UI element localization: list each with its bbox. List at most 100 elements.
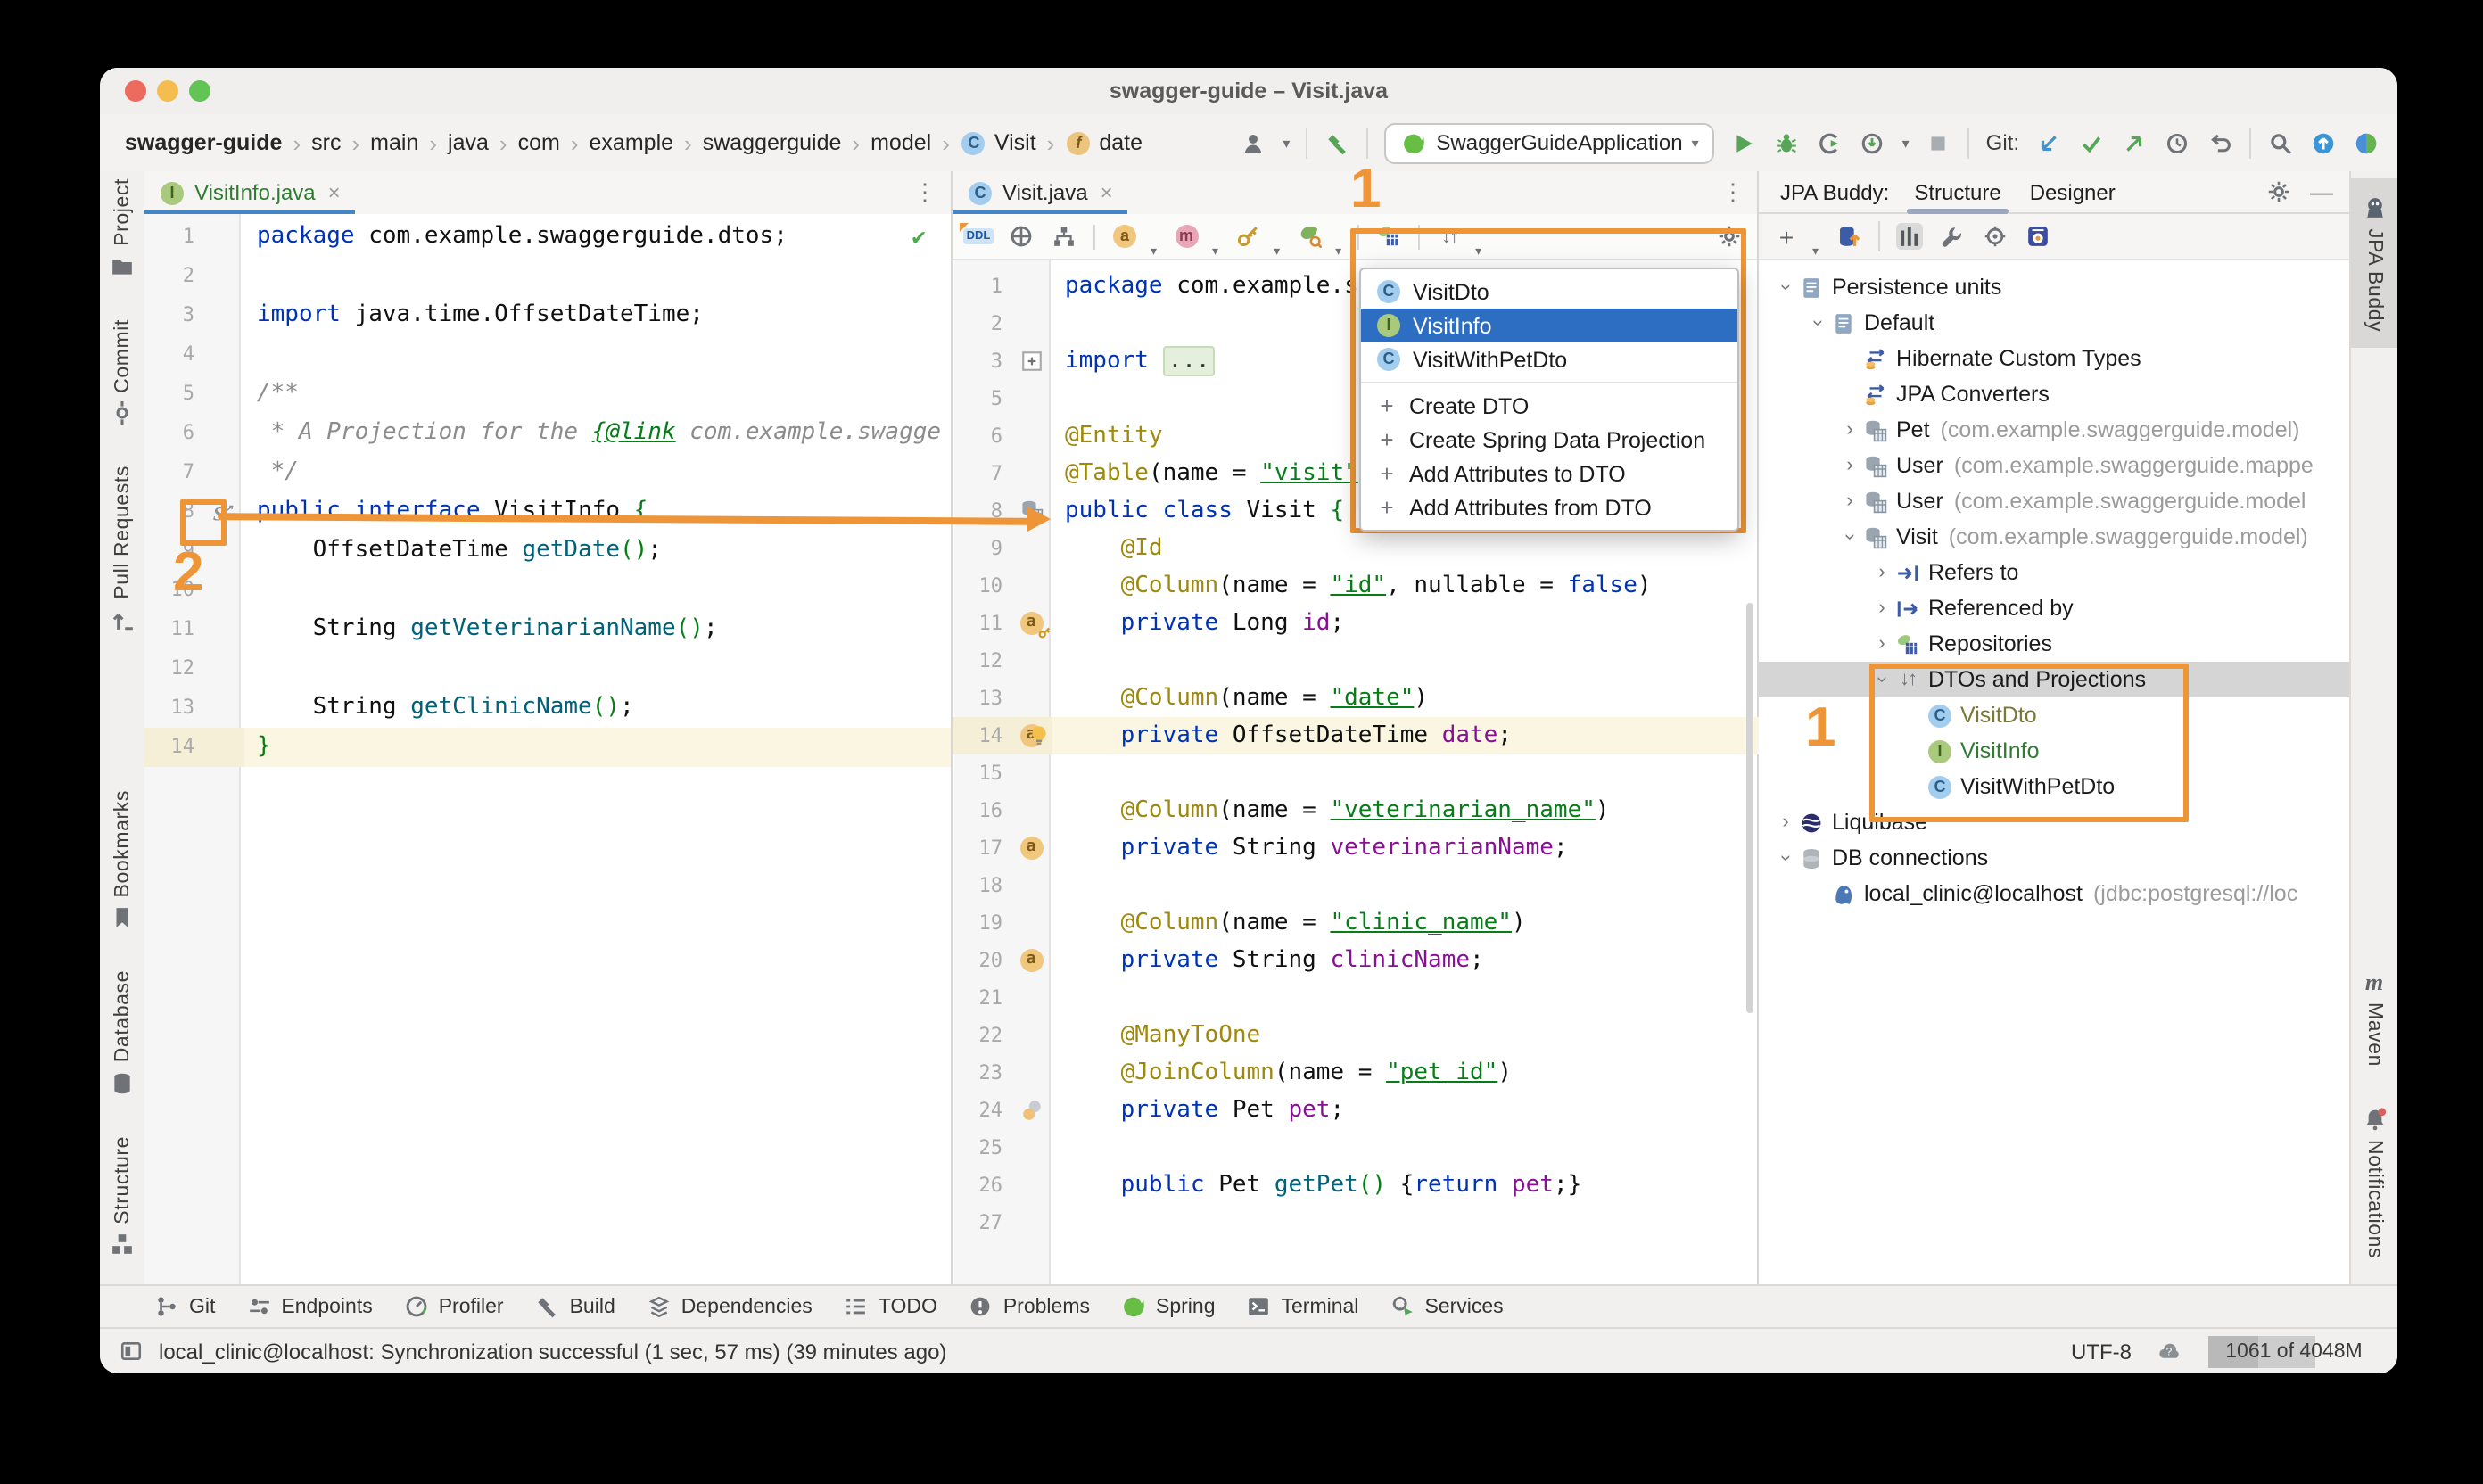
id-key-icon[interactable] bbox=[1234, 223, 1261, 250]
close-tab-icon[interactable]: × bbox=[1101, 180, 1113, 205]
breadcrumb-item-swaggerguide[interactable]: swaggerguide bbox=[703, 130, 842, 155]
panel-tab-structure[interactable]: Structure bbox=[1907, 170, 2009, 213]
run-with-coverage-button[interactable] bbox=[1860, 129, 1886, 156]
panel-tab-designer[interactable]: Designer bbox=[2030, 170, 2116, 213]
code-line-17[interactable]: 17 a private String veterinarianName; bbox=[953, 829, 1759, 867]
add-icon[interactable]: + bbox=[1773, 222, 1800, 251]
editor-visitinfo[interactable]: ✔ 1 package com.example.swaggerguide.dtos… bbox=[144, 214, 951, 1284]
tree-chevron-icon[interactable]: › bbox=[1837, 419, 1862, 441]
code-line-26[interactable]: 26 public Pet getPet() {return pet;} bbox=[953, 1167, 1759, 1204]
breadcrumb-item-visit[interactable]: C Visit bbox=[961, 129, 1036, 156]
debug-button[interactable] bbox=[1774, 129, 1801, 156]
tree-item-db-connections[interactable]: › DB connections bbox=[1759, 840, 2351, 876]
toolwindow-button-problems[interactable]: Problems bbox=[968, 1293, 1090, 1320]
run-configuration-select[interactable]: SwaggerGuideApplication ▾ bbox=[1384, 122, 1715, 163]
structure-view-icon[interactable] bbox=[1895, 223, 1923, 250]
gutter-cell[interactable]: a bbox=[1010, 829, 1052, 867]
code-line-3[interactable]: 3 import java.time.OffsetDateTime; bbox=[144, 296, 951, 335]
popup-action-create-spring-data-projection[interactable]: + Create Spring Data Projection bbox=[1361, 423, 1737, 457]
code-line-10[interactable]: 10 @Column(name = "id", nullable = false… bbox=[953, 567, 1759, 605]
code-line-11[interactable]: 11 a private Long id; bbox=[953, 605, 1759, 642]
git-update-button[interactable] bbox=[2035, 129, 2062, 156]
tree-chevron-icon[interactable]: › bbox=[1869, 562, 1894, 583]
user-avatar-icon[interactable] bbox=[1240, 129, 1266, 156]
attribute-icon[interactable]: a bbox=[1111, 223, 1138, 250]
git-push-button[interactable] bbox=[2121, 129, 2148, 156]
tree-chevron-icon[interactable]: › bbox=[1869, 598, 1894, 619]
profile-button[interactable] bbox=[1817, 129, 1844, 156]
code-line-13[interactable]: 13 @Column(name = "date") bbox=[953, 680, 1759, 717]
toolwindow-button-endpoints[interactable]: Endpoints bbox=[245, 1293, 373, 1320]
popup-action-add-attributes-from-dto[interactable]: + Add Attributes from DTO bbox=[1361, 491, 1737, 524]
editor-scrollbar[interactable] bbox=[1746, 603, 1753, 1013]
tool-stripe-notifications[interactable]: Notifications bbox=[2361, 1106, 2388, 1258]
tree-chevron-icon[interactable]: › bbox=[1869, 633, 1894, 655]
code-line-16[interactable]: 16 @Column(name = "veterinarian_name") bbox=[953, 792, 1759, 829]
code-line-19[interactable]: 19 @Column(name = "clinic_name") bbox=[953, 904, 1759, 942]
breadcrumb-item-com[interactable]: com bbox=[518, 130, 560, 155]
history-button[interactable] bbox=[2164, 129, 2190, 156]
code-line-15[interactable]: 15 bbox=[953, 754, 1759, 792]
code-line-14[interactable]: 14} bbox=[144, 728, 951, 767]
code-line-9[interactable]: 9 @Id bbox=[953, 530, 1759, 567]
tree-item-default[interactable]: › Default bbox=[1759, 305, 2351, 341]
toolwindow-button-build[interactable]: Build bbox=[534, 1293, 615, 1320]
toolwindow-button-git[interactable]: Git bbox=[153, 1293, 215, 1320]
tree-item-jpa-converters[interactable]: JPA Converters bbox=[1759, 376, 2351, 412]
tree-item-local-clinic-localhost[interactable]: local_clinic@localhost (jdbc:postgresql:/… bbox=[1759, 876, 2351, 911]
toolwindow-button-spring[interactable]: Spring bbox=[1120, 1293, 1216, 1320]
code-line-8[interactable]: 8Spublic interface VisitInfo { bbox=[144, 492, 951, 532]
editor-options-kebab-icon[interactable]: ⋮ bbox=[1721, 178, 1759, 207]
breadcrumb-item-main[interactable]: main bbox=[370, 130, 418, 155]
gutter-cell[interactable] bbox=[1010, 1092, 1052, 1129]
code-line-21[interactable]: 21 bbox=[953, 979, 1759, 1017]
tree-item-persistence-units[interactable]: › Persistence units bbox=[1759, 269, 2351, 305]
memory-indicator[interactable]: 1061 of 4048M bbox=[2208, 1335, 2380, 1367]
tool-stripe-pull-requests[interactable]: Pull Requests bbox=[109, 466, 136, 634]
breadcrumb-item-model[interactable]: model bbox=[870, 130, 931, 155]
tab-visitinfo-java[interactable]: I VisitInfo.java × bbox=[144, 171, 355, 216]
code-line-9[interactable]: 9 OffsetDateTime getDate(); bbox=[144, 532, 951, 571]
toolwindow-button-profiler[interactable]: Profiler bbox=[403, 1293, 504, 1320]
code-line-25[interactable]: 25 bbox=[953, 1129, 1759, 1167]
code-line-14[interactable]: 14 a private OffsetDateTime date; bbox=[953, 717, 1759, 754]
intention-bulb-icon[interactable] bbox=[1027, 722, 1051, 746]
toolwindow-button-services[interactable]: Services bbox=[1389, 1293, 1504, 1320]
code-line-11[interactable]: 11 String getVeterinarianName(); bbox=[144, 610, 951, 649]
build-project-button[interactable] bbox=[1324, 129, 1350, 156]
toolwindow-button-dependencies[interactable]: Dependencies bbox=[646, 1293, 813, 1320]
tree-item-user[interactable]: › User (com.example.swaggerguide.model bbox=[1759, 483, 2351, 519]
tree-chevron-icon[interactable]: › bbox=[1807, 310, 1828, 335]
tree-item-user[interactable]: › User (com.example.swaggerguide.mappe bbox=[1759, 448, 2351, 483]
code-with-me-icon[interactable] bbox=[2353, 129, 2380, 156]
editor-options-kebab-icon[interactable]: ⋮ bbox=[913, 178, 951, 207]
breadcrumb-item-example[interactable]: example bbox=[590, 130, 674, 155]
hierarchy-icon[interactable] bbox=[1051, 223, 1077, 250]
breadcrumb-item-java[interactable]: java bbox=[448, 130, 489, 155]
tool-stripe-bookmarks[interactable]: Bookmarks bbox=[109, 790, 136, 931]
db-preview-icon[interactable] bbox=[2024, 223, 2050, 250]
tab-visit-java[interactable]: C Visit.java × bbox=[953, 171, 1127, 216]
breadcrumb-item-date[interactable]: f date bbox=[1065, 129, 1143, 156]
rollback-button[interactable] bbox=[2207, 129, 2233, 156]
tree-item-hibernate-custom-types[interactable]: Hibernate Custom Types bbox=[1759, 341, 2351, 376]
gutter-cell[interactable]: a bbox=[1010, 605, 1052, 642]
tree-item-visit[interactable]: › Visit (com.example.swaggerguide.model) bbox=[1759, 519, 2351, 555]
tool-stripe-maven[interactable]: m Maven bbox=[2361, 968, 2388, 1067]
code-line-20[interactable]: 20 a private String clinicName; bbox=[953, 942, 1759, 979]
search-everywhere-button[interactable] bbox=[2267, 129, 2294, 156]
inspections-ok-icon[interactable]: ✔ bbox=[912, 225, 926, 251]
settings-wrench-icon[interactable] bbox=[1938, 223, 1965, 250]
panel-minimize-icon[interactable]: — bbox=[2310, 178, 2333, 205]
popup-action-add-attributes-to-dto[interactable]: + Add Attributes to DTO bbox=[1361, 457, 1737, 491]
code-line-2[interactable]: 2 bbox=[144, 257, 951, 296]
visual-designer-icon[interactable] bbox=[1008, 223, 1035, 250]
popup-action-create-dto[interactable]: + Create DTO bbox=[1361, 389, 1737, 423]
breadcrumb-item-swagger-guide[interactable]: swagger-guide bbox=[125, 130, 282, 155]
tool-stripe-structure[interactable]: Structure bbox=[109, 1136, 136, 1258]
code-line-18[interactable]: 18 bbox=[953, 867, 1759, 904]
code-line-13[interactable]: 13 String getClinicName(); bbox=[144, 688, 951, 728]
tree-item-referenced-by[interactable]: › Referenced by bbox=[1759, 590, 2351, 626]
code-line-10[interactable]: 10 bbox=[144, 571, 951, 610]
tree-chevron-icon[interactable]: › bbox=[1837, 455, 1862, 476]
